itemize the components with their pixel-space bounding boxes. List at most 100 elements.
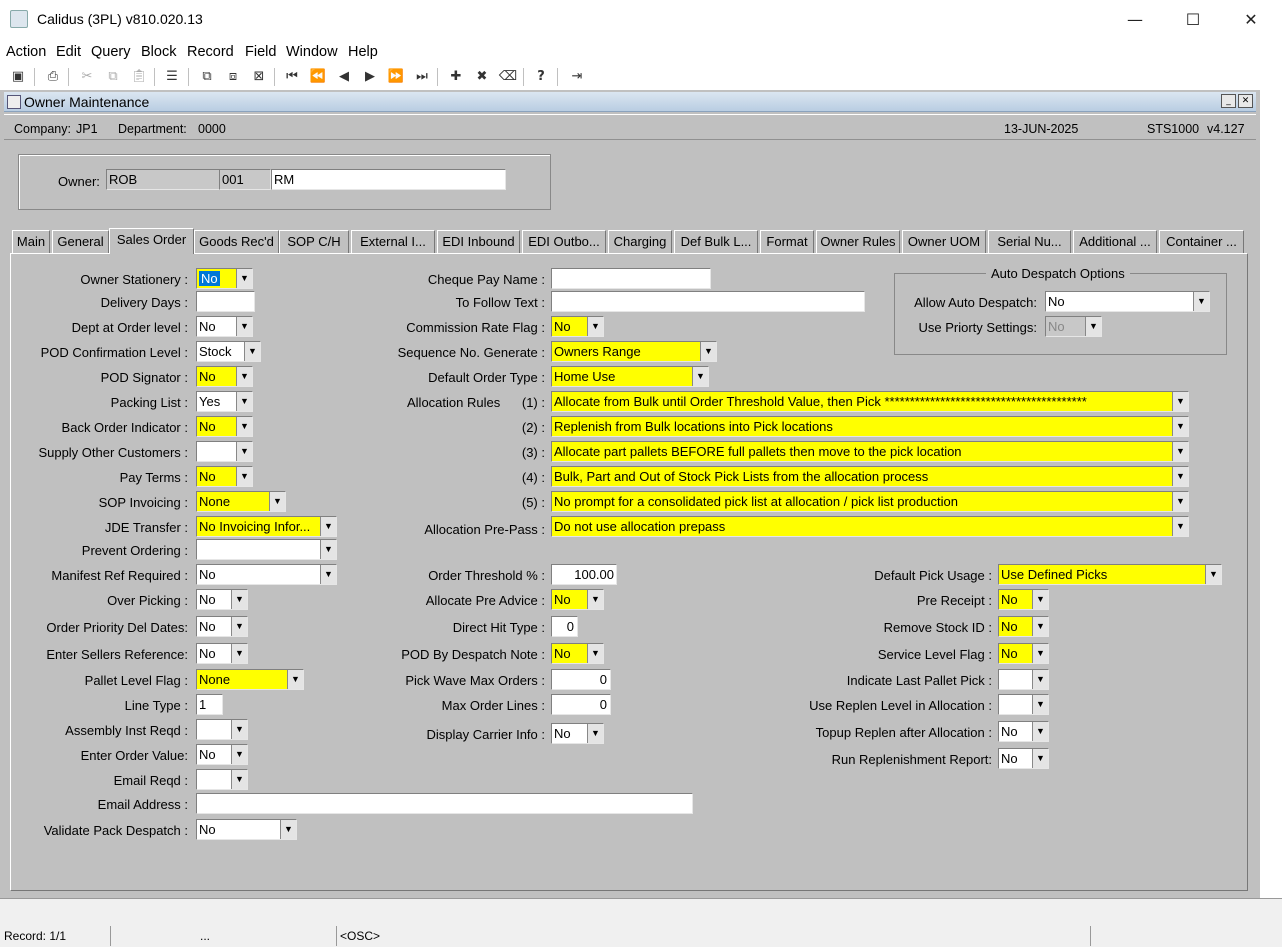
- sop-invoicing-select[interactable]: None ▼: [196, 491, 286, 512]
- chevron-down-icon[interactable]: ▼: [236, 367, 252, 386]
- chevron-down-icon[interactable]: ▼: [1172, 492, 1188, 511]
- previous-block-icon[interactable]: ⏪: [307, 67, 329, 87]
- chevron-down-icon[interactable]: ▼: [1085, 317, 1101, 336]
- supply-other-customers-select[interactable]: ▼: [196, 441, 253, 462]
- chevron-down-icon[interactable]: ▼: [269, 492, 285, 511]
- insert-record-icon[interactable]: ✚: [445, 67, 467, 87]
- menu-action[interactable]: Action: [6, 44, 46, 60]
- direct-hit-type-input[interactable]: 0: [551, 616, 578, 637]
- packing-list-select[interactable]: Yes ▼: [196, 391, 253, 412]
- pre-receipt-select[interactable]: No ▼: [998, 589, 1049, 610]
- clear-record-icon[interactable]: ⌫: [497, 67, 519, 87]
- chevron-down-icon[interactable]: ▼: [1193, 292, 1209, 311]
- tab-format[interactable]: Format: [760, 230, 814, 253]
- indicate-last-pallet-pick-select[interactable]: ▼: [998, 669, 1049, 690]
- chevron-down-icon[interactable]: ▼: [700, 342, 716, 361]
- delete-record-icon[interactable]: ✖: [471, 67, 493, 87]
- enter-query-icon[interactable]: ⧉: [196, 67, 218, 87]
- owner-name-field[interactable]: RM: [271, 169, 506, 190]
- allocation-prepass-select[interactable]: Do not use allocation prepass ▼: [551, 516, 1189, 537]
- chevron-down-icon[interactable]: ▼: [1032, 670, 1048, 689]
- pod-signator-select[interactable]: No ▼: [196, 366, 253, 387]
- chevron-down-icon[interactable]: ▼: [1032, 644, 1048, 663]
- next-record-icon[interactable]: ▶: [359, 67, 381, 87]
- cancel-query-icon[interactable]: ⊠: [248, 67, 270, 87]
- default-order-type-select[interactable]: Home Use ▼: [551, 366, 709, 387]
- menu-edit[interactable]: Edit: [56, 44, 81, 60]
- tab-external[interactable]: External I...: [351, 230, 435, 253]
- use-priority-settings-select[interactable]: No ▼: [1045, 316, 1102, 337]
- chevron-down-icon[interactable]: ▼: [244, 342, 260, 361]
- chevron-down-icon[interactable]: ▼: [1032, 590, 1048, 609]
- tab-sales-order[interactable]: Sales Order: [109, 228, 194, 254]
- chevron-down-icon[interactable]: ▼: [692, 367, 708, 386]
- chevron-down-icon[interactable]: ▼: [236, 467, 252, 486]
- close-window-button[interactable]: ✕: [1228, 6, 1274, 34]
- delivery-days-input[interactable]: [196, 291, 255, 312]
- back-order-indicator-select[interactable]: No ▼: [196, 416, 253, 437]
- help-icon[interactable]: ?: [530, 67, 552, 87]
- execute-query-icon[interactable]: ⧈: [222, 67, 244, 87]
- to-follow-text-input[interactable]: [551, 291, 865, 312]
- tab-main[interactable]: Main: [12, 230, 50, 253]
- pod-by-despatch-note-select[interactable]: No ▼: [551, 643, 604, 664]
- menu-record[interactable]: Record: [187, 44, 234, 60]
- run-replenishment-report-select[interactable]: No ▼: [998, 748, 1049, 769]
- chevron-down-icon[interactable]: ▼: [320, 540, 336, 559]
- tab-edi-outbound[interactable]: EDI Outbo...: [522, 230, 606, 253]
- first-record-icon[interactable]: ⏮: [281, 67, 303, 87]
- chevron-down-icon[interactable]: ▼: [1172, 392, 1188, 411]
- allocate-pre-advice-select[interactable]: No ▼: [551, 589, 604, 610]
- over-picking-select[interactable]: No ▼: [196, 589, 248, 610]
- chevron-down-icon[interactable]: ▼: [236, 442, 252, 461]
- use-replen-level-select[interactable]: ▼: [998, 694, 1049, 715]
- allocation-rule-2-select[interactable]: Replenish from Bulk locations into Pick …: [551, 416, 1189, 437]
- chevron-down-icon[interactable]: ▼: [320, 565, 336, 584]
- chevron-down-icon[interactable]: ▼: [587, 724, 603, 743]
- chevron-down-icon[interactable]: ▼: [236, 269, 252, 288]
- pay-terms-select[interactable]: No ▼: [196, 466, 253, 487]
- chevron-down-icon[interactable]: ▼: [231, 644, 247, 663]
- cut-icon[interactable]: ✂: [76, 67, 98, 87]
- tab-serial-numbers[interactable]: Serial Nu...: [988, 230, 1071, 253]
- pod-confirmation-level-select[interactable]: Stock ▼: [196, 341, 261, 362]
- email-address-input[interactable]: [196, 793, 693, 814]
- service-level-flag-select[interactable]: No ▼: [998, 643, 1049, 664]
- assembly-inst-reqd-select[interactable]: ▼: [196, 719, 248, 740]
- tab-goods-recd[interactable]: Goods Rec'd: [194, 230, 279, 253]
- default-pick-usage-select[interactable]: Use Defined Picks ▼: [998, 564, 1222, 585]
- order-priority-del-dates-select[interactable]: No ▼: [196, 616, 248, 637]
- chevron-down-icon[interactable]: ▼: [587, 644, 603, 663]
- menu-window[interactable]: Window: [286, 44, 338, 60]
- copy-icon[interactable]: ⧉: [102, 67, 124, 87]
- allocation-rule-1-select[interactable]: Allocate from Bulk until Order Threshold…: [551, 391, 1189, 412]
- allocation-rule-5-select[interactable]: No prompt for a consolidated pick list a…: [551, 491, 1189, 512]
- paste-icon[interactable]: 📋︎: [128, 67, 150, 87]
- allocation-rule-3-select[interactable]: Allocate part pallets BEFORE full pallet…: [551, 441, 1189, 462]
- validate-pack-despatch-select[interactable]: No ▼: [196, 819, 297, 840]
- next-block-icon[interactable]: ⏩: [385, 67, 407, 87]
- cheque-pay-name-input[interactable]: [551, 268, 711, 289]
- allow-auto-despatch-select[interactable]: No ▼: [1045, 291, 1210, 312]
- order-threshold-input[interactable]: 100.00: [551, 564, 617, 585]
- menu-field[interactable]: Field: [245, 44, 276, 60]
- chevron-down-icon[interactable]: ▼: [320, 517, 336, 536]
- print-icon[interactable]: ⎙: [42, 67, 64, 87]
- menu-query[interactable]: Query: [91, 44, 131, 60]
- chevron-down-icon[interactable]: ▼: [1032, 722, 1048, 741]
- menu-block[interactable]: Block: [141, 44, 176, 60]
- remove-stock-id-select[interactable]: No ▼: [998, 616, 1049, 637]
- owner-code-field[interactable]: ROB: [106, 169, 220, 190]
- chevron-down-icon[interactable]: ▼: [236, 317, 252, 336]
- topup-replen-select[interactable]: No ▼: [998, 721, 1049, 742]
- chevron-down-icon[interactable]: ▼: [1172, 467, 1188, 486]
- email-reqd-select[interactable]: ▼: [196, 769, 248, 790]
- chevron-down-icon[interactable]: ▼: [1032, 617, 1048, 636]
- tab-additional[interactable]: Additional ...: [1073, 230, 1157, 253]
- owner-number-field[interactable]: 001: [219, 169, 271, 190]
- sequence-no-generate-select[interactable]: Owners Range ▼: [551, 341, 717, 362]
- chevron-down-icon[interactable]: ▼: [587, 317, 603, 336]
- form-close-button[interactable]: ✕: [1238, 94, 1253, 108]
- menu-help[interactable]: Help: [348, 44, 378, 60]
- display-carrier-info-select[interactable]: No ▼: [551, 723, 604, 744]
